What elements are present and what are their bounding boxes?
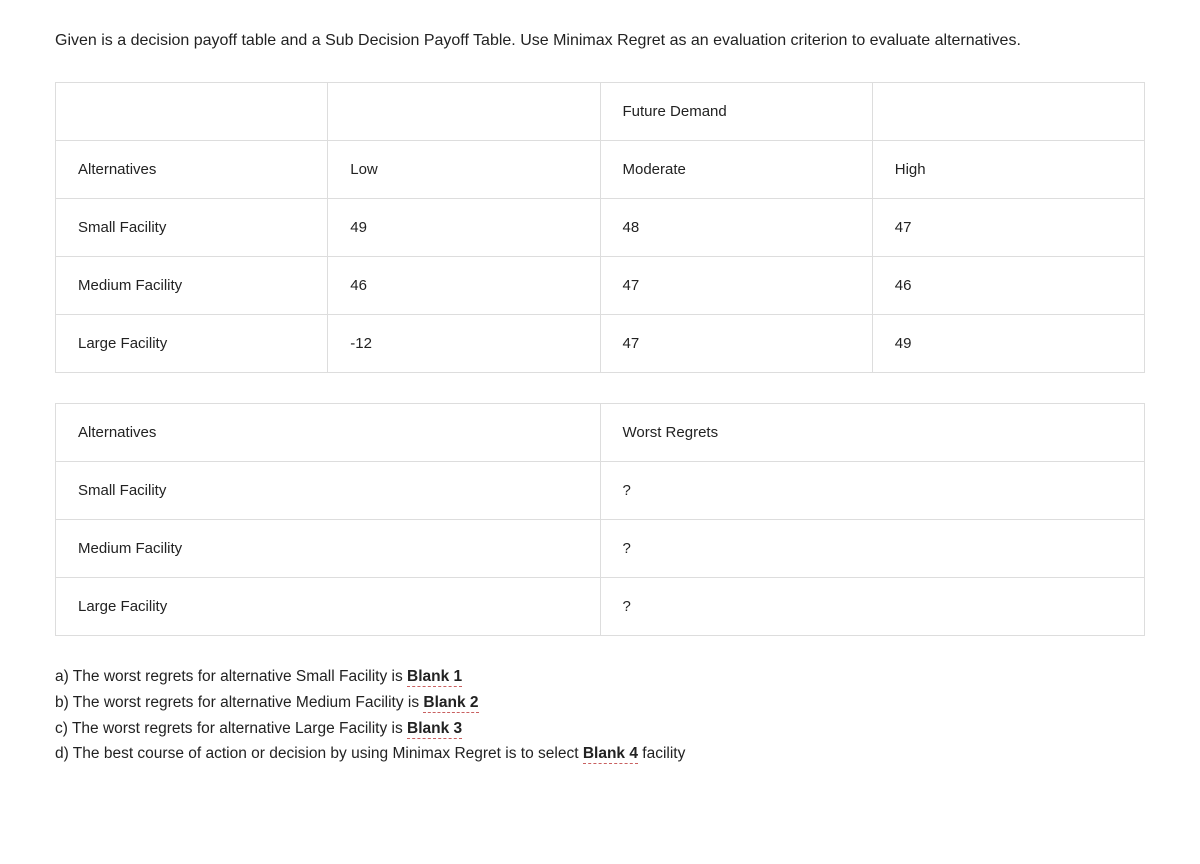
table-row: Medium Facility 46 47 46	[56, 257, 1145, 315]
table-row: Large Facility -12 47 49	[56, 315, 1145, 373]
col-low: Low	[328, 141, 600, 199]
answer-a: a) The worst regrets for alternative Sma…	[55, 666, 1145, 688]
col-alternatives: Alternatives	[56, 404, 601, 462]
answer-b: b) The worst regrets for alternative Med…	[55, 692, 1145, 714]
answer-d: d) The best course of action or decision…	[55, 743, 1145, 765]
table-row: Alternatives Low Moderate High	[56, 141, 1145, 199]
cell-alt: Small Facility	[56, 462, 601, 520]
blank-3: Blank 3	[407, 720, 462, 739]
cell-value: 48	[600, 199, 872, 257]
answer-text: c) The worst regrets for alternative Lar…	[55, 720, 407, 737]
table-row: Medium Facility ?	[56, 520, 1145, 578]
cell-alt: Large Facility	[56, 315, 328, 373]
cell-value: 47	[600, 257, 872, 315]
answer-text: facility	[638, 745, 685, 762]
cell-blank	[872, 83, 1144, 141]
table-row: Future Demand	[56, 83, 1145, 141]
cell-value: 46	[328, 257, 600, 315]
cell-alt: Medium Facility	[56, 257, 328, 315]
cell-value: 46	[872, 257, 1144, 315]
cell-value: -12	[328, 315, 600, 373]
cell-value: 47	[872, 199, 1144, 257]
cell-value: 49	[328, 199, 600, 257]
answers-block: a) The worst regrets for alternative Sma…	[55, 666, 1145, 765]
question-intro: Given is a decision payoff table and a S…	[55, 30, 1145, 52]
cell-value: ?	[600, 462, 1145, 520]
cell-blank	[328, 83, 600, 141]
cell-value: 47	[600, 315, 872, 373]
table-row: Large Facility ?	[56, 578, 1145, 636]
col-alternatives: Alternatives	[56, 141, 328, 199]
answer-c: c) The worst regrets for alternative Lar…	[55, 718, 1145, 740]
payoff-table: Future Demand Alternatives Low Moderate …	[55, 82, 1145, 373]
answer-text: a) The worst regrets for alternative Sma…	[55, 668, 407, 685]
cell-value: ?	[600, 578, 1145, 636]
col-moderate: Moderate	[600, 141, 872, 199]
table-row: Alternatives Worst Regrets	[56, 404, 1145, 462]
table-row: Small Facility ?	[56, 462, 1145, 520]
cell-value: ?	[600, 520, 1145, 578]
blank-2: Blank 2	[423, 694, 478, 713]
cell-blank	[56, 83, 328, 141]
blank-4: Blank 4	[583, 745, 638, 764]
cell-value: 49	[872, 315, 1144, 373]
blank-1: Blank 1	[407, 668, 462, 687]
answer-text: b) The worst regrets for alternative Med…	[55, 694, 423, 711]
col-worst-regrets: Worst Regrets	[600, 404, 1145, 462]
answer-text: d) The best course of action or decision…	[55, 745, 583, 762]
cell-alt: Large Facility	[56, 578, 601, 636]
cell-alt: Small Facility	[56, 199, 328, 257]
cell-alt: Medium Facility	[56, 520, 601, 578]
regret-table: Alternatives Worst Regrets Small Facilit…	[55, 403, 1145, 636]
table-row: Small Facility 49 48 47	[56, 199, 1145, 257]
cell-future-demand: Future Demand	[600, 83, 872, 141]
col-high: High	[872, 141, 1144, 199]
